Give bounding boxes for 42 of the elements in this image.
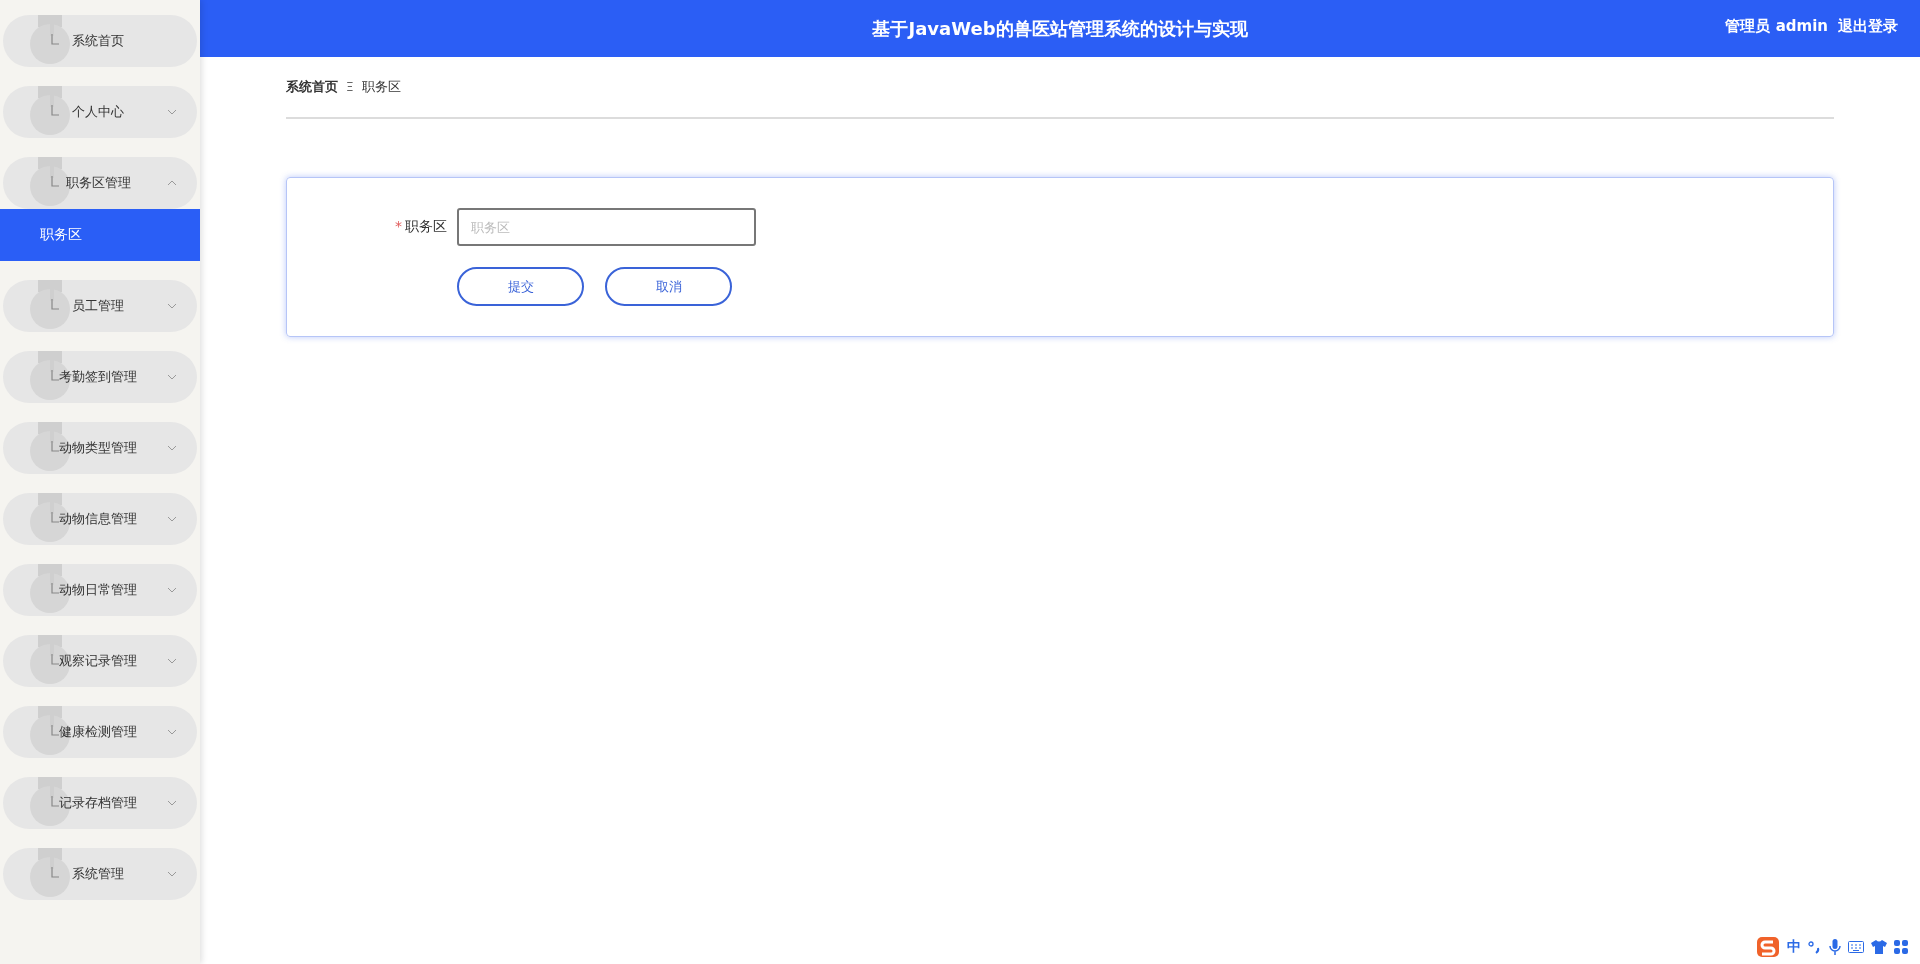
chevron-down-icon xyxy=(167,301,177,311)
sidebar-item[interactable]: 考勤签到管理 xyxy=(3,351,197,403)
breadcrumb-item: 职务区 xyxy=(361,78,401,96)
chevron-down-icon xyxy=(167,869,177,879)
keyboard-icon[interactable] xyxy=(1848,941,1864,953)
chevron-down-icon xyxy=(167,514,177,524)
app-title: 基于JavaWeb的兽医站管理系统的设计与实现 xyxy=(872,16,1248,41)
sidebar-item[interactable]: 员工管理 xyxy=(3,280,197,332)
ime-mode[interactable]: 中 xyxy=(1787,938,1801,956)
chevron-down-icon xyxy=(167,727,177,737)
chevron-down-icon xyxy=(167,372,177,382)
chevron-down-icon xyxy=(167,107,177,117)
grid-icon[interactable] xyxy=(1894,940,1908,954)
microphone-icon[interactable] xyxy=(1829,939,1841,955)
breadcrumb-separator: Ξ xyxy=(346,80,354,94)
logout-link[interactable]: 退出登录 xyxy=(1838,17,1898,36)
sidebar-item[interactable]: 系统首页 xyxy=(3,15,197,67)
submit-button[interactable]: 提交 xyxy=(457,267,584,306)
chevron-down-icon xyxy=(167,443,177,453)
sidebar-item[interactable]: 个人中心 xyxy=(3,86,197,138)
sidebar-item[interactable]: 健康检测管理 xyxy=(3,706,197,758)
sidebar-item[interactable]: 观察记录管理 xyxy=(3,635,197,687)
sidebar-item[interactable]: 系统管理 xyxy=(3,848,197,900)
input-field[interactable]: 职务区 xyxy=(457,208,756,246)
cancel-button[interactable]: 取消 xyxy=(605,267,732,306)
required-mark: * xyxy=(395,218,402,234)
sidebar-item[interactable]: 记录存档管理 xyxy=(3,777,197,829)
sidebar-subitem[interactable]: 职务区 xyxy=(0,209,200,261)
shirt-icon[interactable] xyxy=(1871,940,1887,954)
user-label: 管理员 admin xyxy=(1725,17,1828,36)
sidebar-item[interactable]: 动物信息管理 xyxy=(3,493,197,545)
chevron-up-icon xyxy=(167,178,177,188)
sidebar-item[interactable]: 动物日常管理 xyxy=(3,564,197,616)
chevron-down-icon xyxy=(167,798,177,808)
sidebar-item[interactable]: 职务区管理 xyxy=(3,157,197,209)
chevron-down-icon xyxy=(167,585,177,595)
field-label: 职务区 xyxy=(405,218,447,234)
ime-logo-icon[interactable] xyxy=(1756,936,1780,958)
sidebar-item[interactable]: 动物类型管理 xyxy=(3,422,197,474)
chevron-down-icon xyxy=(167,656,177,666)
breadcrumb-item[interactable]: 系统首页 xyxy=(286,78,338,96)
punctuation-icon[interactable] xyxy=(1808,940,1822,954)
